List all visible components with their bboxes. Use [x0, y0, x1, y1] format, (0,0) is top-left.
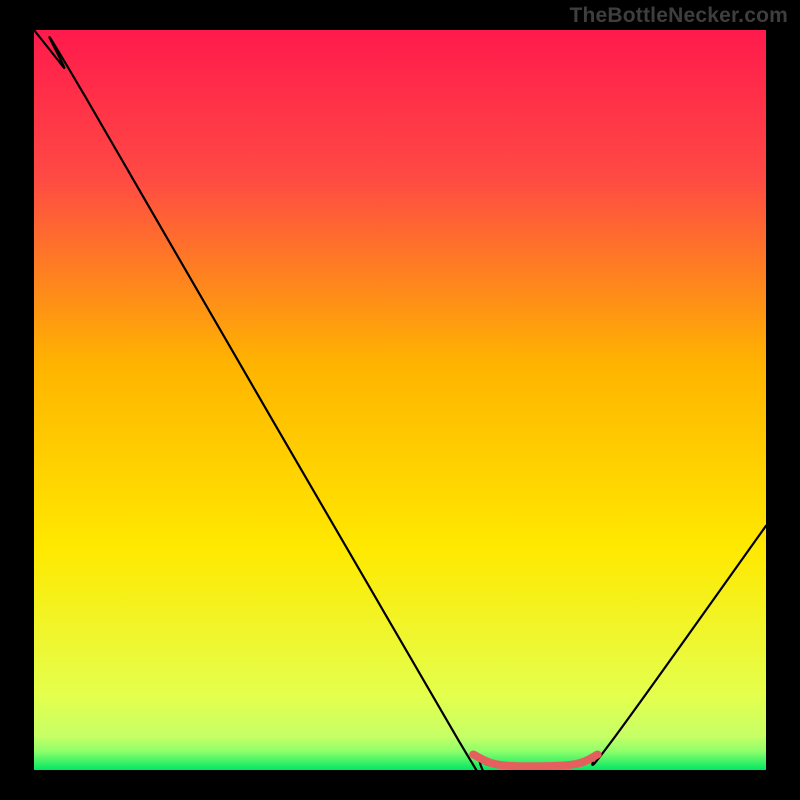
gradient-background [34, 30, 766, 770]
watermark-text: TheBottleNecker.com [569, 4, 788, 28]
chart-container: TheBottleNecker.com [0, 0, 800, 800]
plot-area [34, 30, 766, 770]
chart-svg [34, 30, 766, 770]
